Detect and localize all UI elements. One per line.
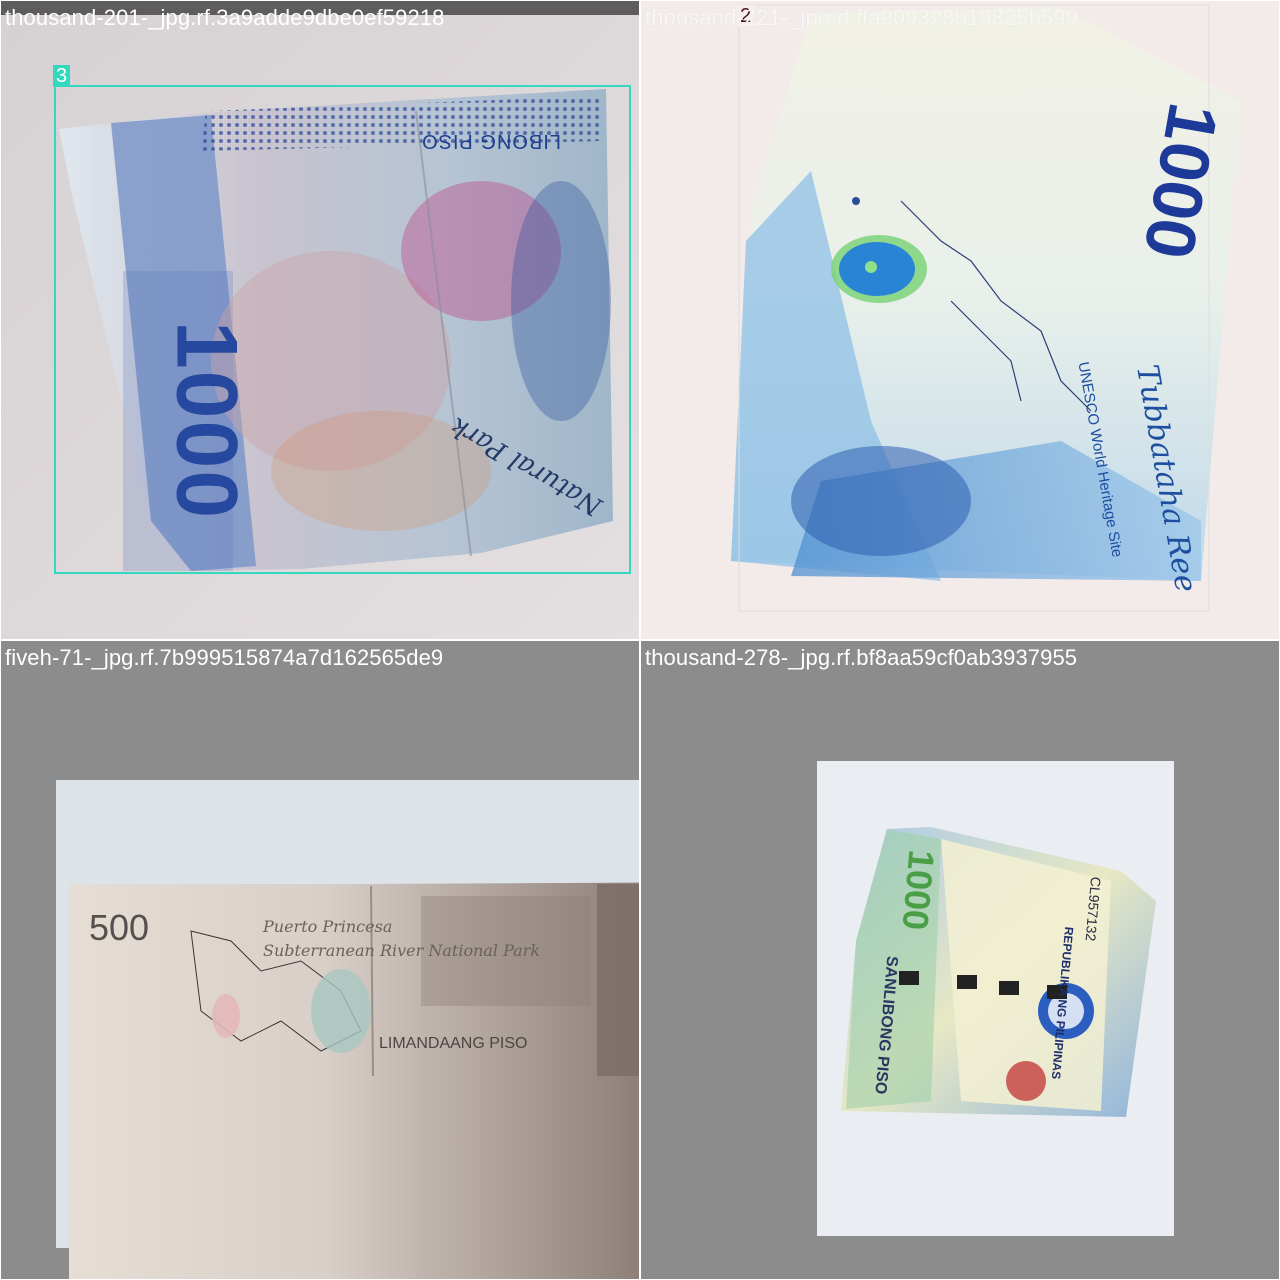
tile-filename: thousand-221-_jpg.rf.ffa909328b19825b599: [645, 5, 1078, 30]
mosaic-tile-3: 500 Puerto Princesa Subterranean River N…: [1, 641, 639, 1279]
note-denomination: 500: [89, 907, 150, 948]
banknote-photo-3: [1, 641, 639, 1279]
note-river-text: Subterranean River National Park: [263, 941, 541, 960]
tile-filename: fiveh-71-_jpg.rf.7b999515874a7d162565de9: [5, 645, 444, 670]
mosaic-tile-1: 1000 LIBONG PISO Natural Park 3 thousand…: [1, 1, 639, 639]
note-place-text: Puerto Princesa: [263, 917, 393, 936]
note-denomination: 1000: [894, 848, 943, 932]
note-piso-text: LIMANDAANG PISO: [379, 1035, 528, 1052]
mosaic-tile-2: 1000 Tubbataha Ree UNESCO World Heritage…: [641, 1, 1279, 639]
grid-divider-horizontal: [0, 639, 1280, 641]
detection-box-label: 3: [53, 65, 71, 87]
tile-filename: thousand-278-_jpg.rf.bf8aa59cf0ab3937955: [645, 645, 1078, 670]
mosaic-tile-4: 1000 SANLIBONG PISO REPUBLIKA NG PILIPIN…: [641, 641, 1279, 1279]
detection-box: [54, 85, 631, 574]
banknote-photo-4: [641, 641, 1279, 1279]
tile-filename: thousand-201-_jpg.rf.3a9adde9dbe0ef59218: [5, 5, 445, 30]
